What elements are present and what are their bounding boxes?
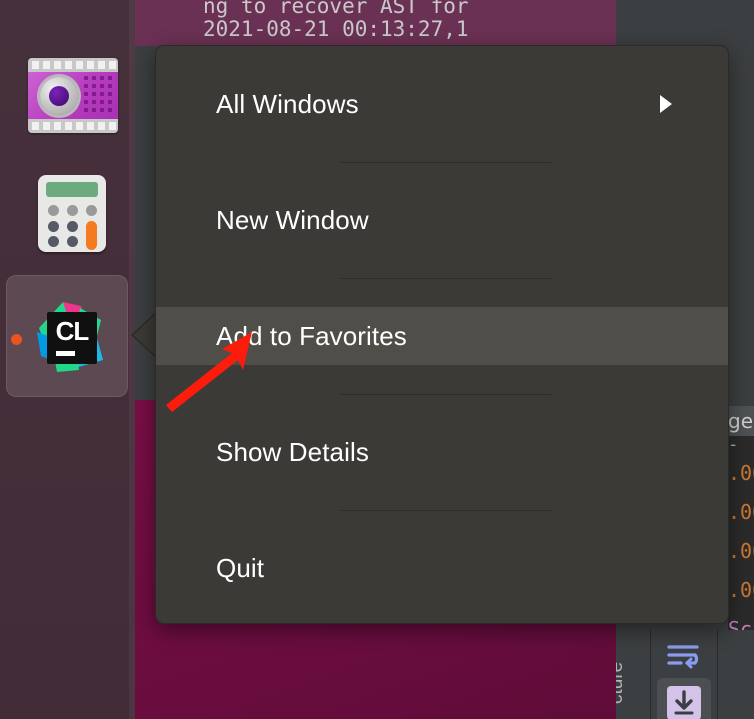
dock-item-video[interactable] <box>6 18 128 140</box>
menu-item-add-to-favorites[interactable]: Add to Favorites <box>156 307 728 365</box>
console-line: ng to recover AST for <box>203 0 469 18</box>
menu-separator <box>341 394 551 395</box>
calculator-icon <box>38 175 106 252</box>
chevron-right-icon <box>660 95 672 113</box>
terminal-console-top: ng to recover AST for 2021-08-21 00:13:2… <box>135 0 633 46</box>
film-strip-camera-icon <box>28 58 118 133</box>
screen: ng to recover AST for 2021-08-21 00:13:2… <box>0 0 754 719</box>
console-line: .00 <box>728 539 754 563</box>
app-running-indicator <box>11 334 22 345</box>
menu-item-label: New Window <box>216 204 369 235</box>
menu-separator <box>341 510 551 511</box>
scroll-to-end-icon[interactable] <box>657 678 711 719</box>
menu-item-new-window[interactable]: New Window <box>156 191 728 249</box>
menu-item-label: Add to Favorites <box>216 320 407 351</box>
soft-wrap-icon[interactable] <box>665 642 703 672</box>
dock-edge <box>129 0 135 719</box>
dock-item-clion[interactable]: CL <box>6 275 128 397</box>
dock-item-calculator[interactable] <box>6 148 128 270</box>
console-line: .00 <box>728 500 754 524</box>
tab-usages-label: ge <box>728 409 753 433</box>
console-line: .00 <box>728 578 754 602</box>
menu-item-label: Show Details <box>216 436 369 467</box>
console-toolbar <box>651 630 718 719</box>
tool-window-tab-label: cture <box>616 661 627 704</box>
menu-separator <box>341 278 551 279</box>
clion-icon: CL <box>25 294 111 380</box>
menu-item-label: Quit <box>216 552 265 583</box>
menu-separator <box>341 162 551 163</box>
clion-icon-text: CL <box>55 316 90 346</box>
tool-window-tab-structure[interactable]: cture <box>616 630 651 719</box>
menu-item-quit[interactable]: Quit <box>156 539 728 597</box>
dock-app-context-menu: All Windows New Window Add to Favorites … <box>155 45 729 624</box>
console-line: 2021-08-21 00:13:27,1 <box>203 17 469 41</box>
menu-item-all-windows[interactable]: All Windows <box>156 75 728 133</box>
context-menu-tail <box>133 313 157 357</box>
menu-item-show-details[interactable]: Show Details <box>156 423 728 481</box>
console-line: - <box>728 436 739 455</box>
ubuntu-dock: CL <box>0 0 135 719</box>
menu-item-label: All Windows <box>216 88 359 119</box>
console-line: .00 <box>728 461 754 485</box>
